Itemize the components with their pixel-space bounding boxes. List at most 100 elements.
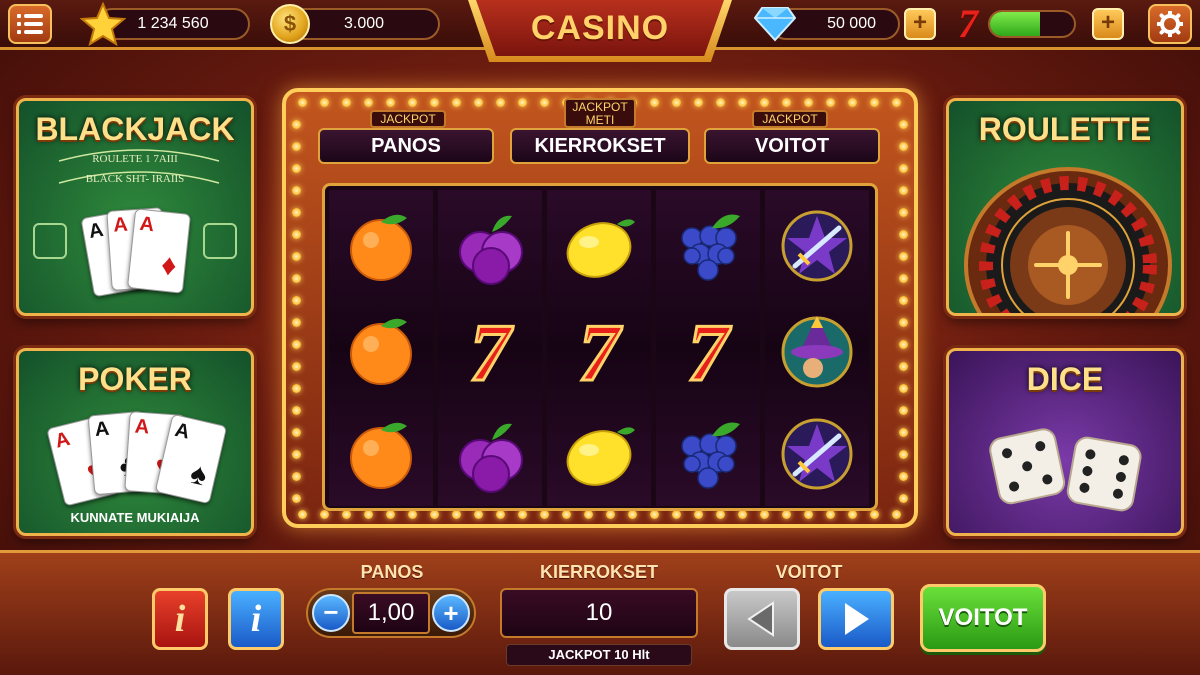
dice-card[interactable]: DICE — [946, 348, 1184, 536]
plum-icon — [459, 423, 523, 493]
marquee-bulb — [848, 510, 857, 519]
add-energy-button[interactable]: + — [1092, 8, 1124, 40]
spade-icon: ♠ — [187, 456, 211, 493]
marquee-bulb — [292, 450, 301, 459]
grapes-icon — [681, 422, 740, 489]
prev-button[interactable] — [724, 588, 800, 650]
settings-button[interactable] — [1148, 4, 1192, 44]
roulette-title: ROULETTE — [978, 111, 1152, 147]
spins-label: KIERROKSET — [539, 562, 658, 582]
poker-card[interactable]: POKER A ♥ A ♣ A ♥ A ♠ KUNNATE MUKIAIJA — [16, 348, 254, 536]
wins-button[interactable]: VOITOT — [920, 584, 1046, 652]
diamond-suit-icon: ♦ — [159, 248, 179, 283]
marquee-bulb — [672, 98, 681, 107]
card-rank: A — [93, 417, 111, 441]
marquee-bulb — [899, 406, 908, 415]
marquee-bulb — [496, 510, 505, 519]
marquee-bulb — [899, 450, 908, 459]
marquee-bulb — [738, 98, 747, 107]
reel-column — [765, 190, 869, 506]
reel-column: 7 — [547, 190, 651, 506]
marquee-bulb — [899, 274, 908, 283]
marquee-bulb — [298, 510, 307, 519]
marquee-bulb — [292, 362, 301, 371]
card-rank: A — [172, 418, 192, 444]
info-button-red[interactable]: i — [152, 588, 208, 650]
marquee-bulb — [782, 98, 791, 107]
roulette-wheel-icon — [964, 167, 1172, 313]
marquee-bulb — [606, 510, 615, 519]
sword-icon — [781, 210, 853, 282]
marquee-bulb — [899, 428, 908, 437]
marquee-bulb — [870, 98, 879, 107]
blackjack-card[interactable]: BLACKJACK ROULETE 1 7AIII BLACK SHT- IRA… — [16, 98, 254, 316]
bet-increase-button[interactable]: + — [432, 594, 470, 632]
tab-tag-kierrokset: JACKPOT METI — [564, 98, 636, 128]
plum-icon — [459, 215, 523, 285]
marquee-bulb — [694, 98, 703, 107]
marquee-bulb — [298, 98, 307, 107]
tab-tag-panos: JACKPOT — [370, 110, 446, 128]
game-title: CASINO — [476, 0, 724, 56]
marquee-bulb — [292, 274, 301, 283]
marquee-bulb — [292, 494, 301, 503]
marquee-bulb — [899, 494, 908, 503]
playing-card: A ♦ — [126, 208, 192, 294]
seven-icon: 7 — [468, 310, 515, 390]
marquee-bulb — [716, 510, 725, 519]
marquee-bulb — [899, 208, 908, 217]
marquee-bulb — [292, 186, 301, 195]
seven-icon: 7 — [577, 310, 624, 390]
marquee-bulb — [899, 186, 908, 195]
bet-decrease-button[interactable]: − — [312, 594, 350, 632]
marquee-bulb — [292, 208, 301, 217]
marquee-bulb — [292, 472, 301, 481]
marquee-bulb — [292, 384, 301, 393]
marquee-bulb — [320, 510, 329, 519]
poker-title: POKER — [78, 361, 192, 397]
arrow-left-icon — [747, 601, 774, 637]
next-button[interactable] — [818, 588, 894, 650]
marquee-bulb — [540, 510, 549, 519]
marquee-bulb — [292, 142, 301, 151]
marquee-bulb — [408, 98, 417, 107]
marquee-bulb — [408, 510, 417, 519]
marquee-bulb — [386, 98, 395, 107]
marquee-bulb — [474, 510, 483, 519]
marquee-bulb — [540, 98, 549, 107]
wizard-icon — [781, 316, 853, 388]
marquee-bulb — [452, 510, 461, 519]
marquee-bulb — [292, 252, 301, 261]
tab-tag-voitot: JACKPOT — [752, 110, 828, 128]
roulette-card[interactable]: ROULETTE — [946, 98, 1184, 316]
marquee-bulb — [628, 510, 637, 519]
orange-icon — [350, 318, 412, 385]
marquee-bulb — [899, 230, 908, 239]
card-rank: A — [52, 427, 73, 453]
tab-kierrokset[interactable]: KIERROKSET — [510, 128, 690, 164]
tab-voitot[interactable]: VOITOT — [704, 128, 880, 164]
marquee-bulb — [899, 362, 908, 371]
info-button-blue[interactable]: i — [228, 588, 284, 650]
spins-value: 10 — [500, 588, 698, 638]
marquee-bulb — [364, 98, 373, 107]
marquee-bulb — [292, 318, 301, 327]
marquee-bulb — [292, 406, 301, 415]
tab-panos[interactable]: PANOS — [318, 128, 494, 164]
orange-icon — [350, 214, 412, 281]
marquee-bulb — [320, 98, 329, 107]
poker-subtitle: KUNNATE MUKIAIJA — [70, 510, 200, 525]
card-rank: A — [134, 415, 150, 439]
marquee-bulb — [899, 252, 908, 261]
marquee-bulb — [899, 472, 908, 481]
orange-icon — [350, 422, 412, 489]
menu-button[interactable] — [8, 4, 52, 44]
coin-icon: $ — [270, 4, 310, 44]
marquee-bulb — [342, 98, 351, 107]
reel-window: 777 — [322, 183, 878, 511]
reel-column: 7 — [656, 190, 760, 506]
marquee-bulb — [899, 164, 908, 173]
marquee-bulb — [292, 164, 301, 173]
marquee-bulb — [650, 98, 659, 107]
add-gems-button[interactable]: + — [904, 8, 936, 40]
